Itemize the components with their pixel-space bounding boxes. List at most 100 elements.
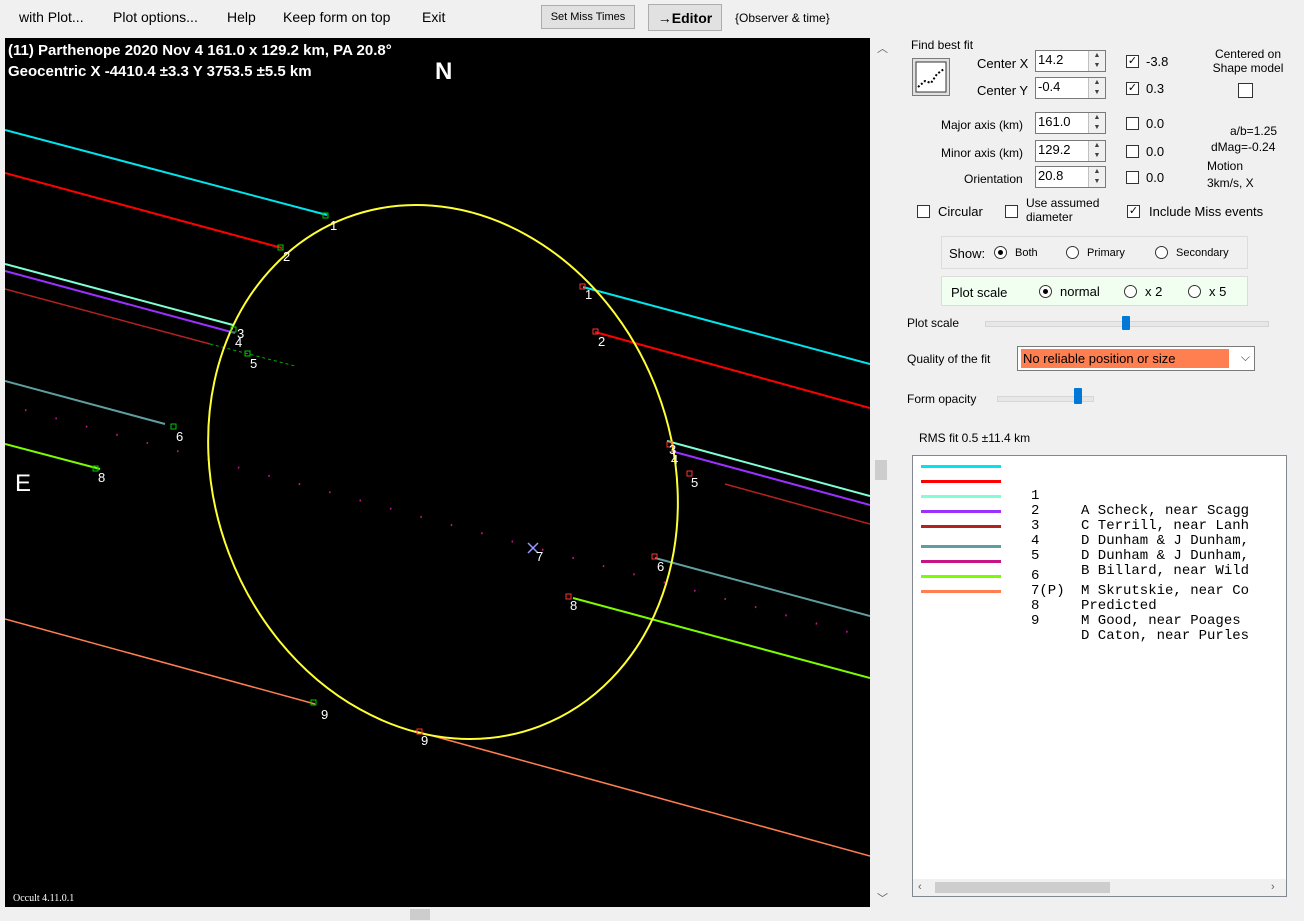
center-y-field[interactable]: [1038, 79, 1086, 94]
scroll-left-icon[interactable]: ‹: [918, 881, 922, 893]
scroll-thumb[interactable]: [935, 882, 1110, 893]
minor-axis-checkbox[interactable]: [1126, 145, 1139, 158]
observer-list[interactable]: 1 A Scheck, near Scagg 2 C Terrill, near…: [912, 455, 1287, 897]
opacity-slider-thumb[interactable]: [1074, 388, 1082, 404]
use-assumed-checkbox[interactable]: [1005, 205, 1018, 218]
scale-x2-radio[interactable]: [1124, 285, 1137, 298]
chord-line-4: [5, 270, 236, 334]
color-swatch: [921, 525, 1001, 528]
include-miss-checkbox[interactable]: ✓: [1127, 205, 1140, 218]
find-best-fit-button[interactable]: [912, 58, 950, 96]
chord-label: 8: [570, 598, 578, 613]
menu-keep-form-on-top[interactable]: Keep form on top: [283, 9, 390, 25]
list-item[interactable]: 4 D Dunham & J Dunham,: [913, 504, 1286, 564]
show-label: Show:: [949, 246, 986, 261]
chord-label: 5: [250, 356, 258, 371]
orientation-input[interactable]: ▲▼: [1035, 166, 1106, 188]
minor-axis-field[interactable]: [1038, 142, 1086, 157]
spin-arrows-icon[interactable]: ▲ ▼: [1088, 78, 1105, 98]
list-item[interactable]: 9 D Caton, near Purles: [913, 584, 1286, 644]
chord-line-9: [5, 618, 316, 705]
spin-arrows-icon[interactable]: ▲ ▼: [1088, 141, 1105, 161]
scroll-thumb[interactable]: [410, 909, 430, 920]
list-item[interactable]: 6 M Skrutskie, near Co: [913, 539, 1286, 599]
chord-line-2: [5, 172, 283, 249]
scroll-up-icon[interactable]: ︿: [877, 40, 888, 56]
color-swatch: [921, 480, 1001, 483]
center-x-checkbox[interactable]: ✓: [1126, 55, 1139, 68]
chord-line-6b: [654, 557, 870, 617]
scale-x5-radio[interactable]: [1188, 285, 1201, 298]
scroll-down-icon[interactable]: ﹀: [877, 890, 888, 906]
motion-label: Motion: [1207, 159, 1244, 173]
orientation-checkbox[interactable]: [1126, 171, 1139, 184]
scroll-right-icon[interactable]: ›: [1271, 881, 1275, 893]
orientation-label: Orientation: [964, 172, 1023, 186]
center-y-checkbox[interactable]: ✓: [1126, 82, 1139, 95]
predicted-path: [24, 409, 870, 639]
list-item[interactable]: 7(P) Predicted: [913, 554, 1286, 614]
plot-vertical-scrollbar[interactable]: ︿ ﹀: [872, 38, 890, 907]
show-primary-radio[interactable]: [1066, 246, 1079, 259]
occultation-plot[interactable]: (11) Parthenope 2020 Nov 4 161.0 x 129.2…: [5, 38, 870, 907]
chord-label: 2: [283, 249, 291, 264]
editor-button[interactable]: →Editor: [648, 4, 722, 31]
chord-label: 1: [330, 218, 338, 233]
center-y-err: 0.3: [1146, 81, 1165, 96]
set-miss-times-button[interactable]: Set Miss Times: [541, 5, 635, 29]
minor-axis-input[interactable]: ▲▼: [1035, 140, 1106, 162]
list-item[interactable]: 3 D Dunham & J Dunham,: [913, 489, 1286, 549]
list-item[interactable]: 1 A Scheck, near Scagg: [913, 459, 1286, 519]
show-secondary-label: Secondary: [1176, 247, 1229, 259]
show-both-radio[interactable]: [994, 246, 1007, 259]
major-axis-field[interactable]: [1038, 114, 1086, 129]
spin-arrows-icon[interactable]: ▲ ▼: [1088, 113, 1105, 133]
center-y-input[interactable]: ▲▼: [1035, 77, 1106, 99]
menu-exit[interactable]: Exit: [422, 9, 445, 25]
major-axis-input[interactable]: ▲▼: [1035, 112, 1106, 134]
center-x-input[interactable]: ▲▼: [1035, 50, 1106, 72]
scroll-thumb[interactable]: [875, 460, 887, 480]
asteroid-profile-ellipse: [207, 204, 679, 740]
plot-scale-slider-thumb[interactable]: [1122, 316, 1130, 330]
color-swatch: [921, 560, 1001, 563]
list-item[interactable]: 8 M Good, near Poages: [913, 569, 1286, 629]
menu-bar: with Plot... Plot options... Help Keep f…: [0, 0, 1304, 36]
show-primary-label: Primary: [1087, 247, 1125, 259]
chord-line-6: [5, 380, 166, 425]
chord-label: 4: [671, 452, 679, 467]
chord-label: 8: [98, 470, 106, 485]
center-x-field[interactable]: [1038, 52, 1086, 67]
rms-fit: RMS fit 0.5 ±11.4 km: [919, 431, 1031, 445]
menu-help[interactable]: Help: [227, 9, 256, 25]
quality-select[interactable]: No reliable position or size ⌵: [1017, 346, 1255, 371]
list-horizontal-scrollbar[interactable]: ‹ ›: [913, 879, 1286, 896]
color-swatch: [921, 590, 1001, 593]
list-item[interactable]: 5 B Billard, near Wild: [913, 519, 1286, 579]
dmag-value: dMag=-0.24: [1211, 140, 1276, 154]
menu-plot-options[interactable]: Plot options...: [113, 9, 198, 25]
observer-time-menu[interactable]: {Observer & time}: [735, 11, 830, 25]
fit-chart-icon: [915, 61, 947, 93]
menu-with-plot[interactable]: with Plot...: [19, 9, 84, 25]
chord-line-8b: [572, 597, 870, 679]
plot-geocentric: Geocentric X -4410.4 ±3.3 Y 3753.5 ±5.5 …: [8, 63, 312, 80]
spin-arrows-icon[interactable]: ▲ ▼: [1088, 167, 1105, 187]
chord-line-2b: [594, 331, 870, 409]
opacity-label: Form opacity: [907, 392, 977, 406]
circular-checkbox[interactable]: [917, 205, 930, 218]
chord-line-9b: [414, 730, 870, 857]
use-assumed-label: Use assumed diameter: [1026, 196, 1100, 224]
major-axis-checkbox[interactable]: [1126, 117, 1139, 130]
chord-line-1b: [582, 286, 870, 365]
centered-shape-checkbox[interactable]: [1238, 83, 1253, 98]
circular-label: Circular: [938, 204, 983, 219]
orientation-field[interactable]: [1038, 168, 1086, 183]
list-item[interactable]: 2 C Terrill, near Lanh: [913, 474, 1286, 534]
spin-arrows-icon[interactable]: ▲ ▼: [1088, 51, 1105, 71]
show-secondary-radio[interactable]: [1155, 246, 1168, 259]
plot-horizontal-scrollbar[interactable]: [0, 907, 890, 921]
scale-normal-radio[interactable]: [1039, 285, 1052, 298]
chord-line-8: [5, 443, 101, 470]
chevron-down-icon: ⌵: [1240, 350, 1250, 364]
